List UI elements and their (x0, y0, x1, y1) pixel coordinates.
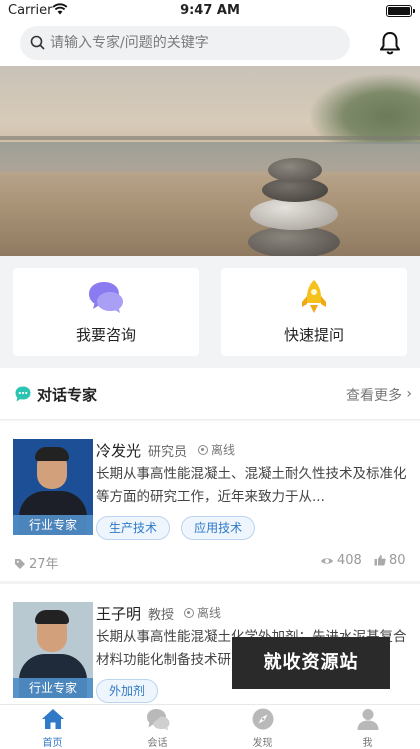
tab-home-label: 首页 (42, 738, 63, 749)
tag-icon (15, 559, 25, 569)
tab-me[interactable]: 我 (315, 705, 420, 749)
consult-button[interactable]: 我要咨询 (13, 268, 199, 356)
thumbs-up-icon (374, 555, 386, 566)
quick-ask-button[interactable]: 快速提问 (221, 268, 407, 356)
status-label: 离线 (211, 443, 236, 457)
offline-icon (184, 608, 194, 618)
section-title: 对话专家 (37, 386, 98, 404)
tab-discover[interactable]: 发现 (210, 705, 315, 749)
tag-chip[interactable]: 外加剂 (96, 679, 159, 703)
search-icon (30, 35, 45, 50)
tag-chip[interactable]: 应用技术 (181, 516, 256, 540)
expert-name: 王子明 (96, 605, 142, 623)
home-icon (42, 709, 64, 729)
expert-rank: 教授 (148, 608, 175, 623)
expert-photo: 行业专家 (13, 602, 93, 698)
chat-dots-icon (15, 386, 31, 402)
tab-chat[interactable]: 会话 (105, 705, 210, 749)
status-badge: 离线 (184, 604, 221, 621)
status-label: 离线 (197, 606, 222, 620)
banner-stone (268, 158, 322, 182)
expert-category-tag: 行业专家 (13, 515, 93, 535)
banner-stone (248, 226, 340, 256)
quick-actions: 我要咨询 快速提问 (0, 256, 420, 368)
eye-icon (321, 558, 333, 564)
user-icon (357, 709, 379, 730)
status-badge: 离线 (198, 441, 235, 458)
views-value: 408 (337, 553, 362, 568)
banner-stone (250, 198, 338, 230)
notification-bell-icon[interactable] (377, 30, 403, 56)
likes-value: 80 (389, 553, 406, 568)
expert-tags: 生产技术 应用技术 (96, 516, 261, 540)
rocket-icon (302, 280, 326, 313)
tab-chat-label: 会话 (147, 738, 168, 749)
expert-tags: 外加剂 (96, 679, 164, 703)
chevron-right-icon[interactable]: › (406, 386, 412, 402)
tab-home[interactable]: 首页 (0, 705, 105, 749)
banner-shoreline (0, 136, 420, 140)
view-count: 408 (320, 553, 362, 568)
consult-label: 我要咨询 (75, 326, 136, 344)
expert-photo: 行业专家 (13, 439, 93, 535)
like-count[interactable]: 80 (374, 553, 406, 568)
top-bar (0, 22, 420, 66)
tab-discover-label: 发现 (252, 738, 273, 749)
experience-years: 27年 (14, 553, 59, 572)
clock: 9:47 AM (180, 3, 240, 18)
chat-icon (147, 709, 170, 731)
expert-rank: 研究员 (148, 445, 188, 460)
banner-trees (310, 74, 420, 144)
offline-icon (198, 445, 208, 455)
tab-bar: 首页 会话 发现 我 (0, 704, 420, 749)
tag-chip[interactable]: 生产技术 (96, 516, 171, 540)
quick-ask-label: 快速提问 (283, 326, 344, 344)
see-more-link[interactable]: 查看更多 (346, 385, 402, 405)
search-input[interactable] (50, 26, 340, 60)
search-box[interactable] (20, 26, 350, 60)
status-bar: Carrier 9:47 AM (0, 0, 420, 22)
battery-icon (386, 5, 415, 17)
years-value: 27年 (29, 557, 59, 572)
expert-category-tag: 行业专家 (13, 678, 93, 698)
watermark-overlay: 就收资源站 (232, 637, 390, 689)
expert-description: 长期从事高性能混凝土、混凝土耐久性技术及标准化等方面的研究工作，近年来致力于从.… (96, 466, 407, 505)
chat-bubbles-icon (89, 282, 123, 313)
banner-carousel[interactable] (0, 66, 420, 256)
section-header: 对话专家 查看更多 › (0, 368, 420, 420)
banner-sea (0, 142, 420, 172)
compass-icon (252, 708, 274, 730)
expert-name: 冷发光 (96, 442, 142, 460)
expert-card[interactable]: 行业专家 冷发光 研究员 离线 长期从事高性能混凝土、混凝土耐久性技术及标准化等… (0, 421, 420, 584)
tab-me-label: 我 (362, 738, 373, 749)
